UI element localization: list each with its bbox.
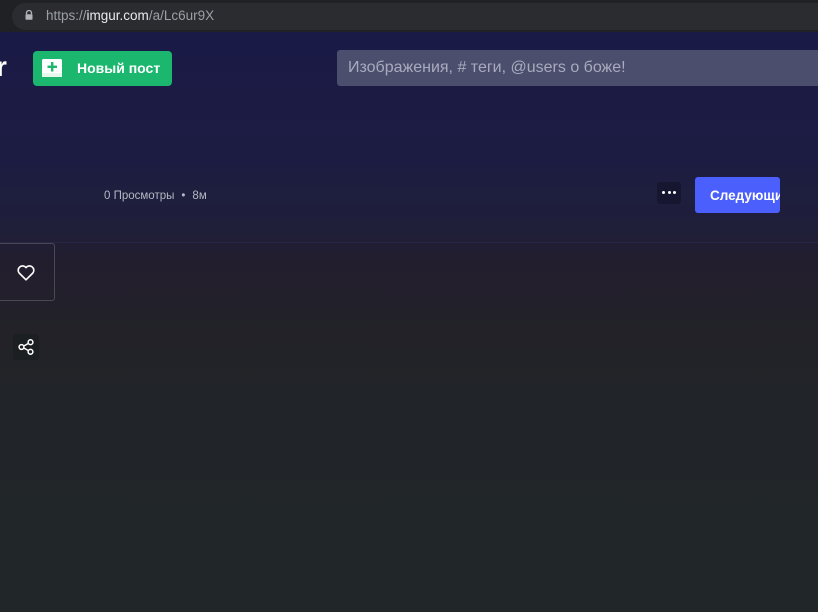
like-button[interactable]: [0, 243, 55, 301]
imgur-logo[interactable]: r: [0, 51, 7, 83]
new-post-label: Новый пост: [77, 60, 161, 76]
next-post-button[interactable]: Следующий: [695, 177, 780, 213]
url-text[interactable]: https://imgur.com/a/Lc6ur9X: [46, 8, 214, 24]
url-host: imgur.com: [86, 8, 149, 23]
more-horizontal-icon: [673, 191, 676, 194]
url-path: /a/Lc6ur9X: [148, 8, 215, 23]
next-post-label: Следующий: [710, 188, 780, 203]
lock-icon: [25, 10, 33, 20]
search-input[interactable]: [337, 50, 818, 86]
more-horizontal-icon: [667, 191, 671, 194]
imgur-page: r Новый пост 0 Просмотры • 8м Следующий: [0, 32, 818, 612]
post-age: 8м: [192, 190, 207, 202]
heart-icon: [17, 265, 35, 281]
more-options-button[interactable]: [657, 182, 681, 204]
plus-icon: [42, 59, 62, 77]
url-scheme: https://: [46, 8, 87, 23]
browser-toolbar: https://imgur.com/a/Lc6ur9X: [0, 0, 818, 32]
header-divider: [0, 242, 818, 243]
meta-separator: •: [181, 190, 186, 202]
view-count: 0 Просмотры: [104, 190, 175, 202]
more-horizontal-icon: [662, 191, 665, 194]
share-icon: [18, 339, 34, 355]
new-post-button[interactable]: Новый пост: [33, 51, 172, 86]
share-button[interactable]: [13, 334, 39, 360]
post-meta: 0 Просмотры • 8м: [104, 189, 207, 203]
